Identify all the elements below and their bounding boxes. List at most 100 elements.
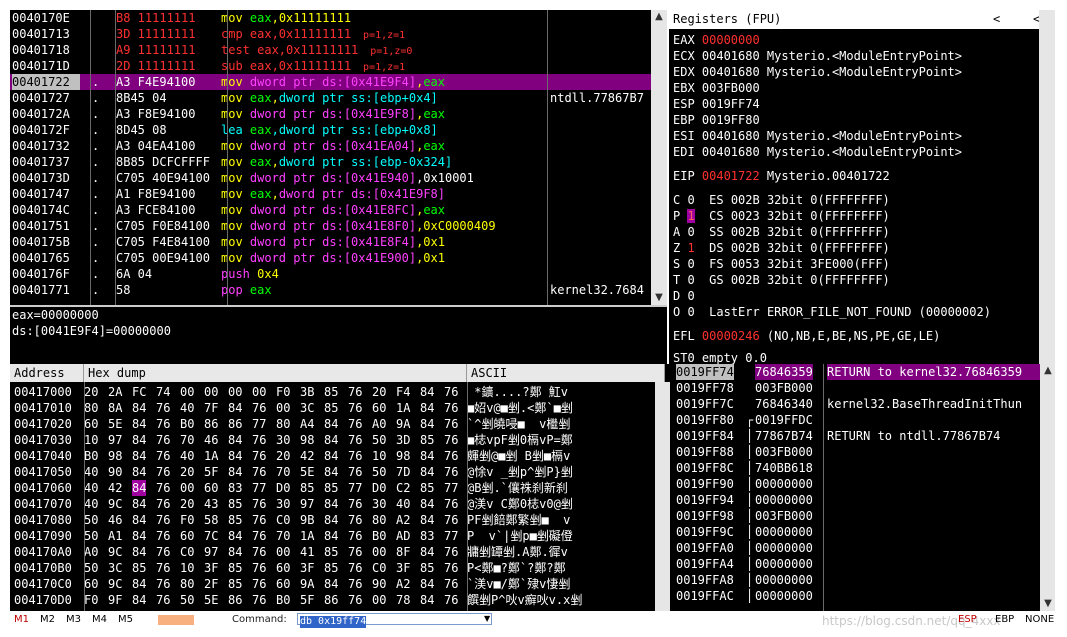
disasm-row[interactable]: 0040172F. 8D45 08 lea eax,dword ptr ss:[eb…: [10, 122, 651, 138]
hex-byte[interactable]: 00: [180, 384, 194, 400]
hex-byte[interactable]: AD: [396, 528, 410, 544]
hex-byte[interactable]: 84: [132, 592, 146, 608]
dump-row[interactable]: 00417070 40 9C 84 76 20 43 85 76 30 97 84 76 30 40 84 76…: [10, 496, 665, 512]
hex-byte[interactable]: 85: [324, 384, 338, 400]
disassembly-pane[interactable]: 0040170E B8 11111111 mov eax,0x11111111 004…: [10, 10, 651, 305]
hex-byte[interactable]: 98: [396, 448, 410, 464]
hex-byte[interactable]: 76: [348, 416, 362, 432]
hex-byte[interactable]: C0: [372, 560, 386, 576]
hex-byte[interactable]: 85: [132, 560, 146, 576]
register-value[interactable]: 0019FF80: [702, 113, 760, 127]
hex-byte[interactable]: 30: [276, 496, 290, 512]
disasm-row[interactable]: 00401718 A9 11111111 test eax,0x11111111 p=…: [10, 42, 651, 58]
disasm-row[interactable]: 0040173D. C705 40E94100 mov dword ptr ds:[…: [10, 170, 651, 186]
hex-byte[interactable]: 76: [156, 400, 170, 416]
flag-value[interactable]: 1: [687, 209, 695, 223]
flag-value[interactable]: 0: [687, 225, 694, 239]
disasm-row[interactable]: 0040176F. 6A 04 push 0x4: [10, 266, 651, 282]
hex-byte[interactable]: 60: [276, 560, 290, 576]
disasm-row[interactable]: 0040170E B8 11111111 mov eax,0x11111111: [10, 10, 651, 26]
hex-byte[interactable]: 00: [252, 384, 266, 400]
hex-byte[interactable]: 84: [228, 400, 242, 416]
hex-byte[interactable]: 85: [324, 400, 338, 416]
hex-byte[interactable]: 76: [156, 544, 170, 560]
hex-byte[interactable]: 76: [444, 416, 458, 432]
hex-byte[interactable]: 86: [204, 416, 218, 432]
disasm-row[interactable]: 00401732. A3 04EA4100 mov dword ptr ds:[0x…: [10, 138, 651, 154]
command-input[interactable]: db 0x19ff74: [297, 613, 492, 628]
dump-row[interactable]: 004170A0 A0 9C 84 76 C0 97 84 76 00 41 85 76 00 8F 84 76…: [10, 544, 665, 560]
hex-byte[interactable]: 20: [276, 448, 290, 464]
hex-byte[interactable]: 84: [132, 496, 146, 512]
hex-byte[interactable]: 76: [156, 416, 170, 432]
dump-row[interactable]: 004170D0 F0 9F 84 76 50 5E 86 76 B0 5F 86 76 00 78 84 76…: [10, 592, 665, 608]
hex-byte[interactable]: 50: [84, 512, 98, 528]
chevron-left-icon[interactable]: <: [993, 10, 1000, 29]
register-row[interactable]: ECX 00401680 Mysterio.<ModuleEntryPoint>: [673, 48, 962, 64]
hex-byte[interactable]: 85: [420, 432, 434, 448]
hex-byte[interactable]: B0: [276, 592, 290, 608]
hex-byte[interactable]: 40: [180, 400, 194, 416]
hex-byte[interactable]: C0: [276, 512, 290, 528]
status-none[interactable]: NONE: [1025, 614, 1054, 625]
flag-row[interactable]: D 0: [673, 288, 709, 304]
hex-byte[interactable]: 00: [372, 592, 386, 608]
hex-byte[interactable]: 76: [444, 576, 458, 592]
register-value[interactable]: 00401680: [702, 49, 760, 63]
flag-row[interactable]: O 0 LastErr ERROR_FILE_NOT_FOUND (000000…: [673, 304, 991, 320]
hex-byte[interactable]: 9F: [108, 592, 122, 608]
stack-row[interactable]: 0019FF7C 76846340 kernel32.BaseThreadInitT…: [672, 396, 1040, 412]
hex-byte[interactable]: 80: [180, 576, 194, 592]
hex-byte[interactable]: 76: [252, 448, 266, 464]
hex-byte[interactable]: 76: [252, 464, 266, 480]
mem-button-5[interactable]: M5: [118, 614, 133, 625]
hex-byte[interactable]: 70: [180, 432, 194, 448]
hex-byte[interactable]: 76: [348, 560, 362, 576]
hex-byte[interactable]: 58: [204, 512, 218, 528]
dump-row[interactable]: 00417060 40 42 84 76 00 60 83 77 D0 85 85 77 D0 C2 85 77…: [10, 480, 665, 496]
scroll-up-icon[interactable]: ▲: [1040, 364, 1056, 378]
hex-byte[interactable]: 85: [324, 560, 338, 576]
hex-byte[interactable]: 97: [300, 496, 314, 512]
hex-byte[interactable]: 77: [444, 480, 458, 496]
disasm-row[interactable]: 00401747. A1 F8E94100 mov eax,dword ptr ds…: [10, 186, 651, 202]
flag-value[interactable]: 0: [687, 273, 694, 287]
register-value[interactable]: 0019FF74: [702, 97, 760, 111]
hex-byte[interactable]: 76: [252, 432, 266, 448]
hex-byte[interactable]: 5F: [300, 592, 314, 608]
hex-byte[interactable]: 85: [420, 560, 434, 576]
hex-byte[interactable]: 30: [372, 496, 386, 512]
hex-byte[interactable]: 60: [204, 480, 218, 496]
hex-byte[interactable]: 84: [420, 576, 434, 592]
hex-byte[interactable]: 77: [348, 480, 362, 496]
hex-byte[interactable]: 76: [156, 560, 170, 576]
stack-row[interactable]: 0019FF90 │ 00000000: [672, 476, 1040, 492]
disasm-row[interactable]: 0040171D 2D 11111111 sub eax,0x11111111 p=1…: [10, 58, 651, 74]
hex-byte[interactable]: 2F: [204, 576, 218, 592]
registers-scrollbar[interactable]: [1039, 10, 1055, 364]
hex-byte[interactable]: D0: [276, 480, 290, 496]
hex-byte[interactable]: 1A: [300, 528, 314, 544]
register-row-efl[interactable]: EFL 00000246 (NO,NB,E,BE,NS,PE,GE,LE): [673, 328, 940, 344]
hex-byte[interactable]: 84: [228, 544, 242, 560]
stack-row[interactable]: 0019FF74 76846359 RETURN to kernel32.76846…: [672, 364, 1040, 380]
stack-scrollbar[interactable]: ▲ ▼: [1040, 364, 1055, 611]
hex-byte[interactable]: 84: [132, 480, 147, 496]
dump-col-hex[interactable]: Hex dump: [84, 364, 467, 382]
hex-byte[interactable]: 8A: [108, 400, 122, 416]
mem-button-2[interactable]: M2: [40, 614, 55, 625]
registers-pane[interactable]: Registers (FPU) < < EAX 00000000 ECX 0040…: [669, 10, 1055, 364]
hex-byte[interactable]: F0: [180, 512, 194, 528]
hex-byte[interactable]: 85: [228, 560, 242, 576]
hex-byte[interactable]: 76: [348, 384, 362, 400]
stack-row[interactable]: 0019FFA8 │ 00000000: [672, 572, 1040, 588]
hex-byte[interactable]: 76: [156, 592, 170, 608]
hex-byte[interactable]: 84: [132, 528, 146, 544]
hex-byte[interactable]: 9B: [300, 512, 314, 528]
hex-byte[interactable]: 76: [156, 464, 170, 480]
flag-row[interactable]: S 0 FS 0053 32bit 3FE000(FFF): [673, 256, 890, 272]
hex-byte[interactable]: 9C: [108, 576, 122, 592]
hex-byte[interactable]: 10: [84, 432, 98, 448]
hex-byte[interactable]: 84: [228, 528, 242, 544]
hex-byte[interactable]: A2: [396, 576, 410, 592]
